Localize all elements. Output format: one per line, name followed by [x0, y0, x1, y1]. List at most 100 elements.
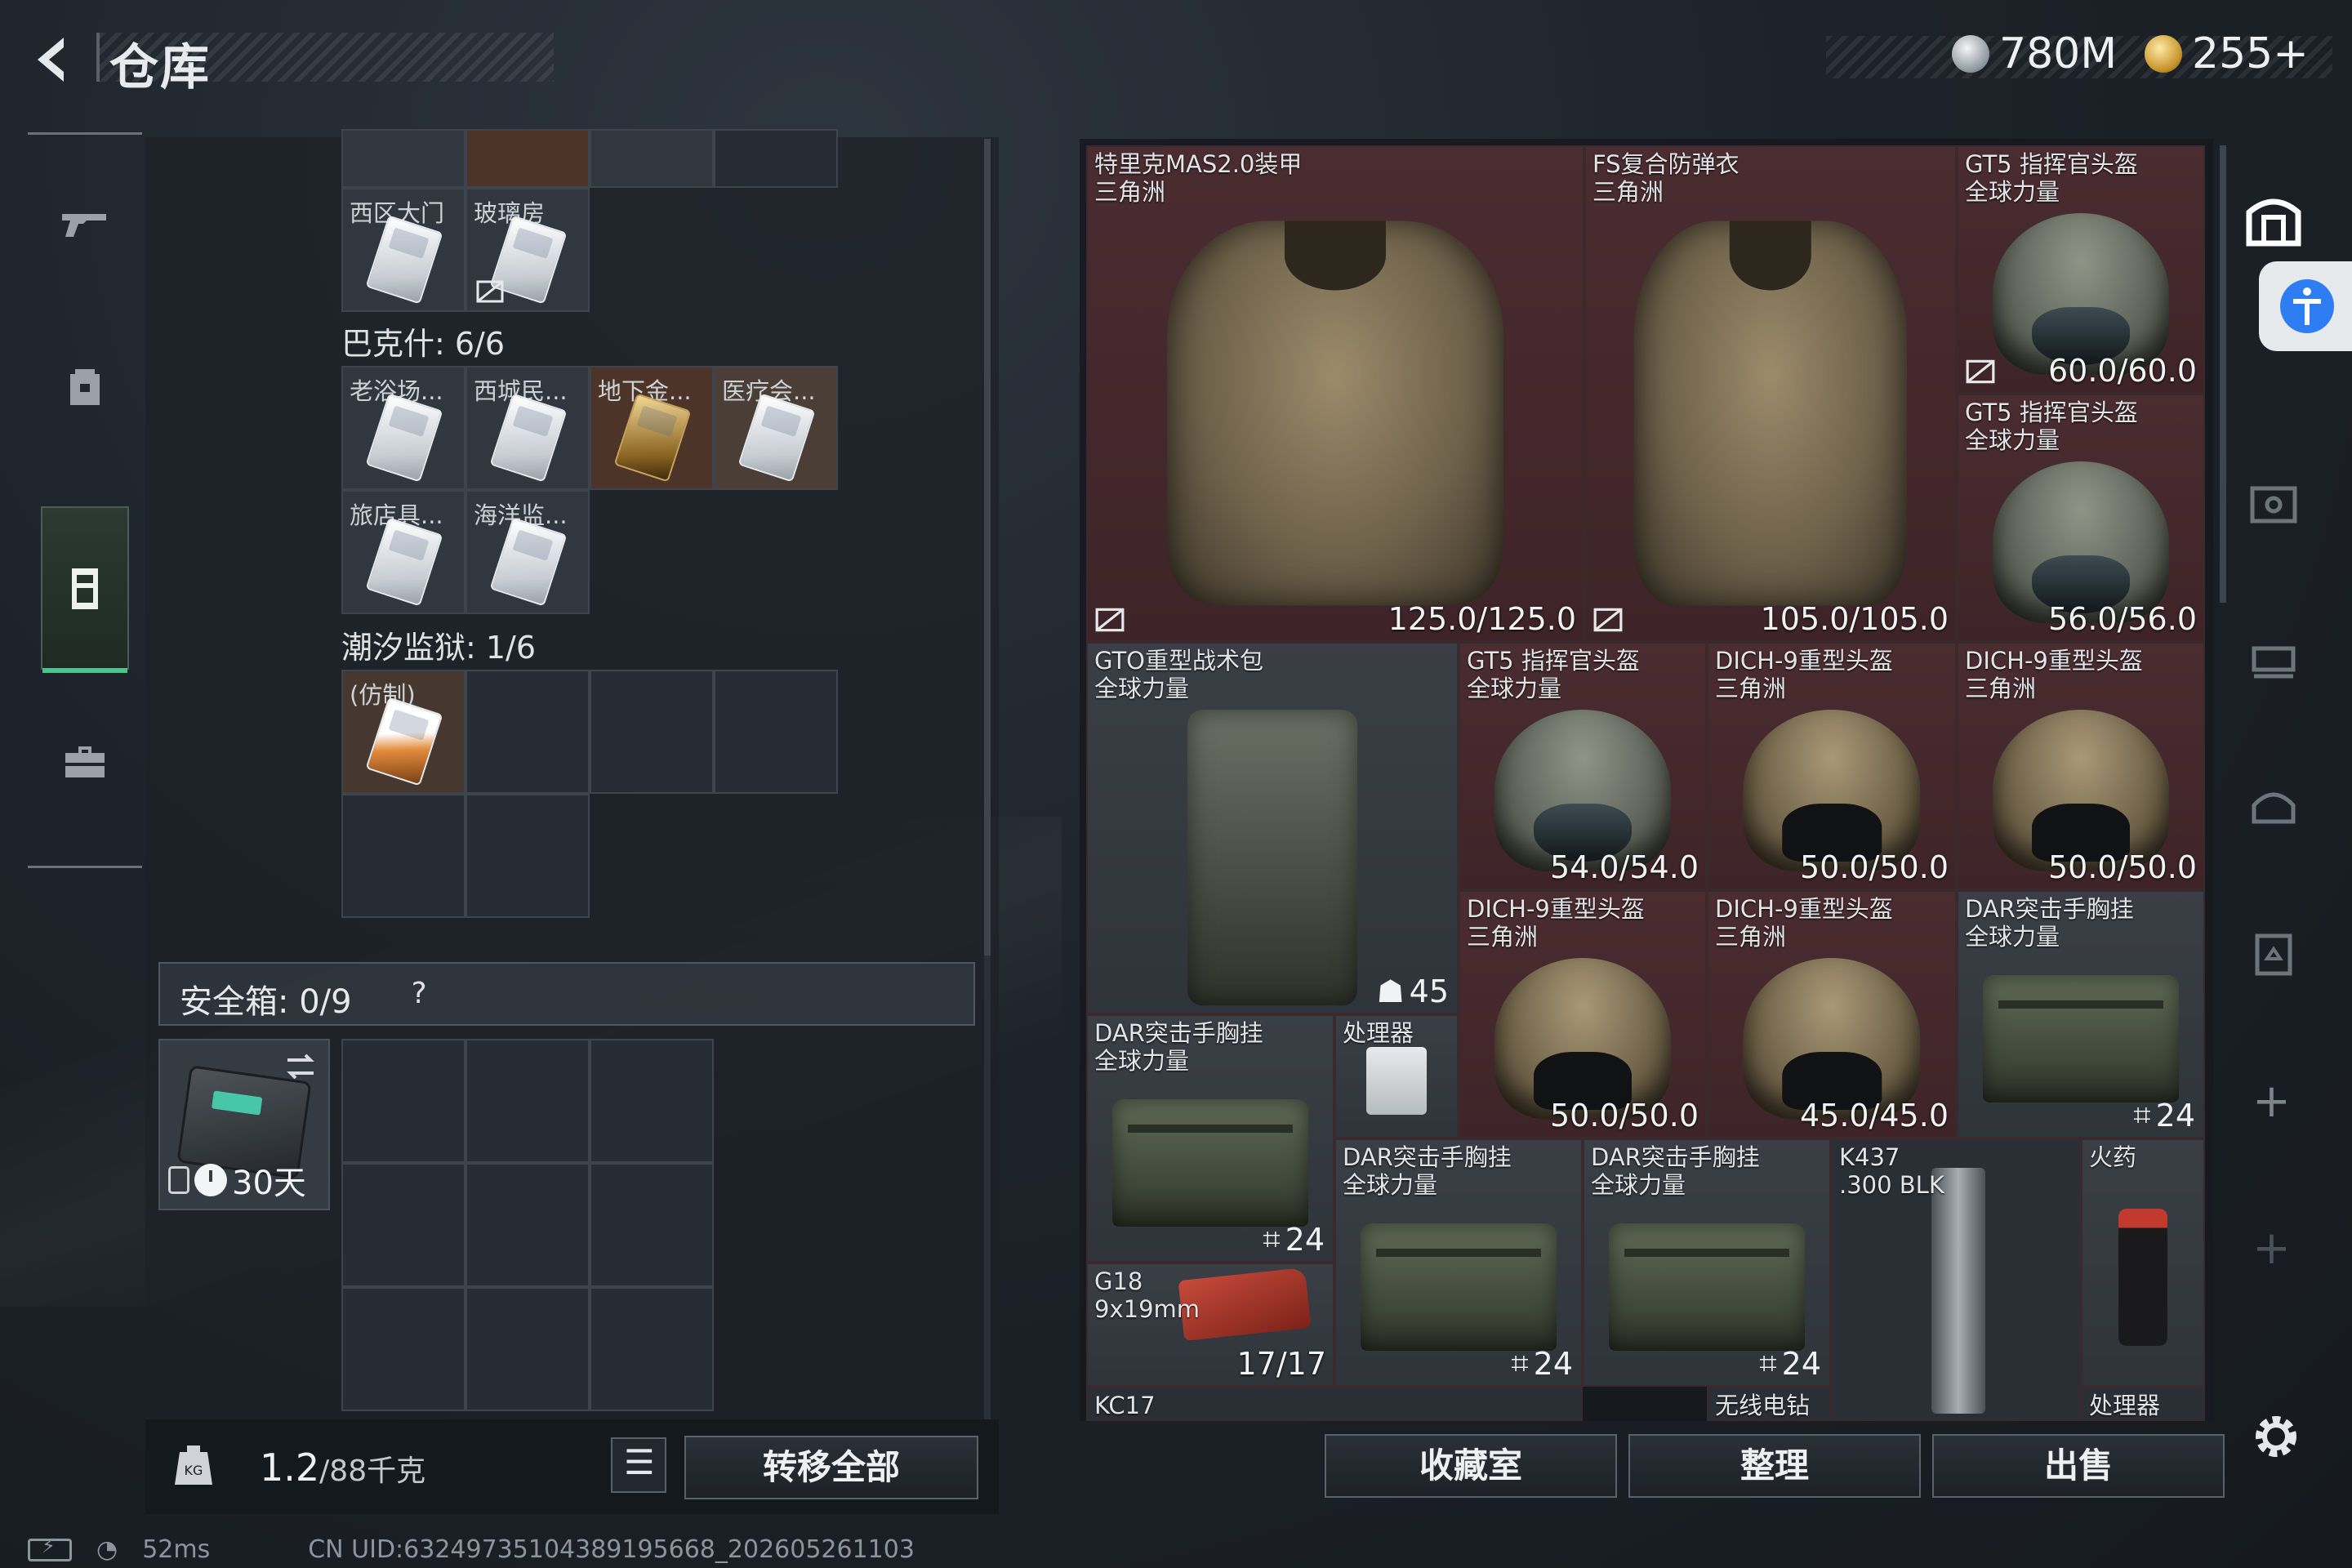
collection-room-button[interactable]: 收藏室 [1325, 1434, 1617, 1498]
empty-cell[interactable] [341, 794, 466, 918]
rifle-item[interactable]: K437 .300 BLK [1831, 1138, 2081, 1421]
silver-currency[interactable]: 780M [1952, 29, 2117, 78]
helmet-icon [1494, 710, 1671, 871]
helmet-item[interactable]: DICH-9重型头盔 三角洲 50.0/50.0 [1957, 642, 2205, 890]
no-trade-icon [476, 280, 504, 303]
safebox-slot[interactable] [341, 1039, 466, 1163]
transfer-all-button[interactable]: 转移全部 [684, 1436, 978, 1499]
accessibility-button[interactable] [2259, 261, 2352, 351]
backpack-item[interactable]: GTO重型战术包 全球力量 ☗ 45 [1086, 642, 1459, 1014]
safebox-slot[interactable] [466, 1287, 590, 1411]
gold-coin-icon [2145, 35, 2182, 73]
safebox-slot[interactable] [590, 1039, 714, 1163]
item-name: DICH-9重型头盔 三角洲 [1715, 647, 1893, 702]
capacity-icon: ☗ [1376, 973, 1405, 1009]
organize-button[interactable]: 整理 [1628, 1434, 1921, 1498]
safebox-slot[interactable] [590, 1287, 714, 1411]
nav-storage[interactable] [41, 506, 129, 673]
backpack-icon [1187, 710, 1357, 1005]
storage-cell[interactable] [466, 129, 590, 188]
empty-cell[interactable] [714, 670, 838, 794]
storage-scrollbar[interactable] [984, 139, 991, 1421]
chest-rig-item[interactable]: DAR突击手胸挂 全球力量 ⌗ 24 [1583, 1138, 1831, 1387]
nav-divider [28, 866, 142, 868]
helmet-item[interactable]: DICH-9重型头盔 三角洲 50.0/50.0 [1459, 890, 1707, 1138]
safebox-slot[interactable] [466, 1163, 590, 1287]
add-page-button[interactable]: + [2252, 1075, 2291, 1128]
armor-item[interactable]: 特里克MAS2.0装甲 三角洲 125.0/125.0 [1086, 145, 1584, 642]
item-name: DAR突击手胸挂 全球力量 [1094, 1019, 1263, 1075]
gunpowder-icon [2118, 1209, 2167, 1346]
gear-icon[interactable] [2247, 1408, 2305, 1465]
nav-backpack[interactable] [41, 328, 129, 443]
empty-cell[interactable] [466, 670, 590, 794]
keycard-cell[interactable]: 医疗会... [714, 366, 838, 490]
timer-value: 30天 [232, 1165, 306, 1202]
empty-cell[interactable] [590, 670, 714, 794]
item-partial[interactable]: 处理器 [2081, 1387, 2205, 1421]
sell-button[interactable]: 出售 [1932, 1434, 2225, 1498]
nav-toolbox[interactable] [41, 704, 129, 818]
list-view-button[interactable] [611, 1437, 666, 1493]
keycard-cell[interactable]: (仿制) [341, 670, 466, 794]
silver-coin-icon [1952, 35, 1989, 73]
nav-weapons[interactable] [41, 149, 129, 296]
safebox-slot[interactable] [590, 1163, 714, 1287]
helmet-icon [1743, 710, 1921, 871]
backpack-tier-icon [2255, 933, 2292, 976]
helmet-item[interactable]: DICH-9重型头盔 三角洲 50.0/50.0 [1707, 642, 1957, 890]
storage-cell[interactable] [714, 129, 838, 188]
gunpowder-item[interactable]: 火药 [2081, 1138, 2205, 1387]
keycard-cell[interactable]: 老浴场... [341, 366, 466, 490]
vault-icon [2246, 198, 2301, 247]
item-partial[interactable]: 无线电钻 [1707, 1387, 1831, 1421]
group-label-prison: 潮汐监狱: 1/6 [341, 630, 537, 666]
keycard-cell[interactable]: 西城民... [466, 366, 590, 490]
item-ammo: 17/17 [1236, 1346, 1326, 1382]
scroll-thumb[interactable] [984, 139, 991, 956]
chest-rig-item[interactable]: DAR突击手胸挂 全球力量 ⌗ 24 [1334, 1138, 1583, 1387]
armor-item[interactable]: FS复合防弹衣 三角洲 105.0/105.0 [1584, 145, 1957, 642]
helmet-tab[interactable] [2243, 776, 2305, 838]
item-name: DICH-9重型头盔 三角洲 [1715, 895, 1893, 951]
keycard-cell[interactable]: 海洋监... [466, 490, 590, 614]
group-label-bakesh: 巴克什: 6/6 [341, 326, 506, 362]
keycard-cell[interactable]: 玻璃房 [466, 188, 590, 312]
rig-tab[interactable] [2243, 629, 2305, 691]
storage-cell[interactable] [341, 129, 466, 188]
capacity-value: 24 [1781, 1345, 1821, 1382]
helmet-item[interactable]: DICH-9重型头盔 三角洲 45.0/45.0 [1707, 890, 1957, 1138]
processor-item[interactable]: 处理器 [1334, 1014, 1459, 1138]
helmet-item[interactable]: GT5 指挥官头盔 全球力量 54.0/54.0 [1459, 642, 1707, 890]
gold-currency[interactable]: 255+ [2145, 29, 2309, 78]
processor-icon [1366, 1047, 1427, 1116]
chest-rig-item[interactable]: DAR突击手胸挂 全球力量 ⌗ 24 [1957, 890, 2205, 1138]
inventory-scrollbar[interactable] [2220, 145, 2226, 603]
stash-tab[interactable] [2243, 188, 2305, 250]
safebox-slot[interactable] [341, 1287, 466, 1411]
chest-rig-icon [1112, 1099, 1308, 1227]
safebox-item[interactable]: 30天 [158, 1039, 330, 1210]
backpack-tab[interactable] [2243, 923, 2305, 985]
back-button[interactable] [23, 31, 88, 88]
safebox-slot[interactable] [341, 1163, 466, 1287]
capacity-value: 24 [1533, 1345, 1573, 1382]
storage-cell[interactable] [590, 129, 714, 188]
keycard-cell[interactable]: 旅店具... [341, 490, 466, 614]
armor-tab[interactable] [2243, 474, 2305, 536]
ping-readout: 52ms [142, 1535, 211, 1564]
help-icon[interactable]: ? [400, 975, 438, 1013]
item-capacity: ⌗ 24 [2133, 1097, 2195, 1134]
chest-rig-item[interactable]: DAR突击手胸挂 全球力量 ⌗ 24 [1086, 1014, 1334, 1263]
pistol-item[interactable]: G18 9x19mm 17/17 [1086, 1263, 1334, 1387]
item-partial[interactable]: KC17 [1086, 1387, 1583, 1421]
empty-cell[interactable] [466, 794, 590, 918]
add-page-button-disabled[interactable]: + [2252, 1222, 2291, 1275]
keycard-cell[interactable]: 地下金... [590, 366, 714, 490]
item-name: K437 .300 BLK [1839, 1143, 1944, 1199]
keycard-cell[interactable]: 西区大门 [341, 188, 466, 312]
helmet-item[interactable]: GT5 指挥官头盔 全球力量 56.0/56.0 [1957, 394, 2205, 642]
helmet-item[interactable]: GT5 指挥官头盔 全球力量 60.0/60.0 [1957, 145, 2205, 394]
swap-icon[interactable] [283, 1049, 318, 1085]
safebox-slot[interactable] [466, 1039, 590, 1163]
